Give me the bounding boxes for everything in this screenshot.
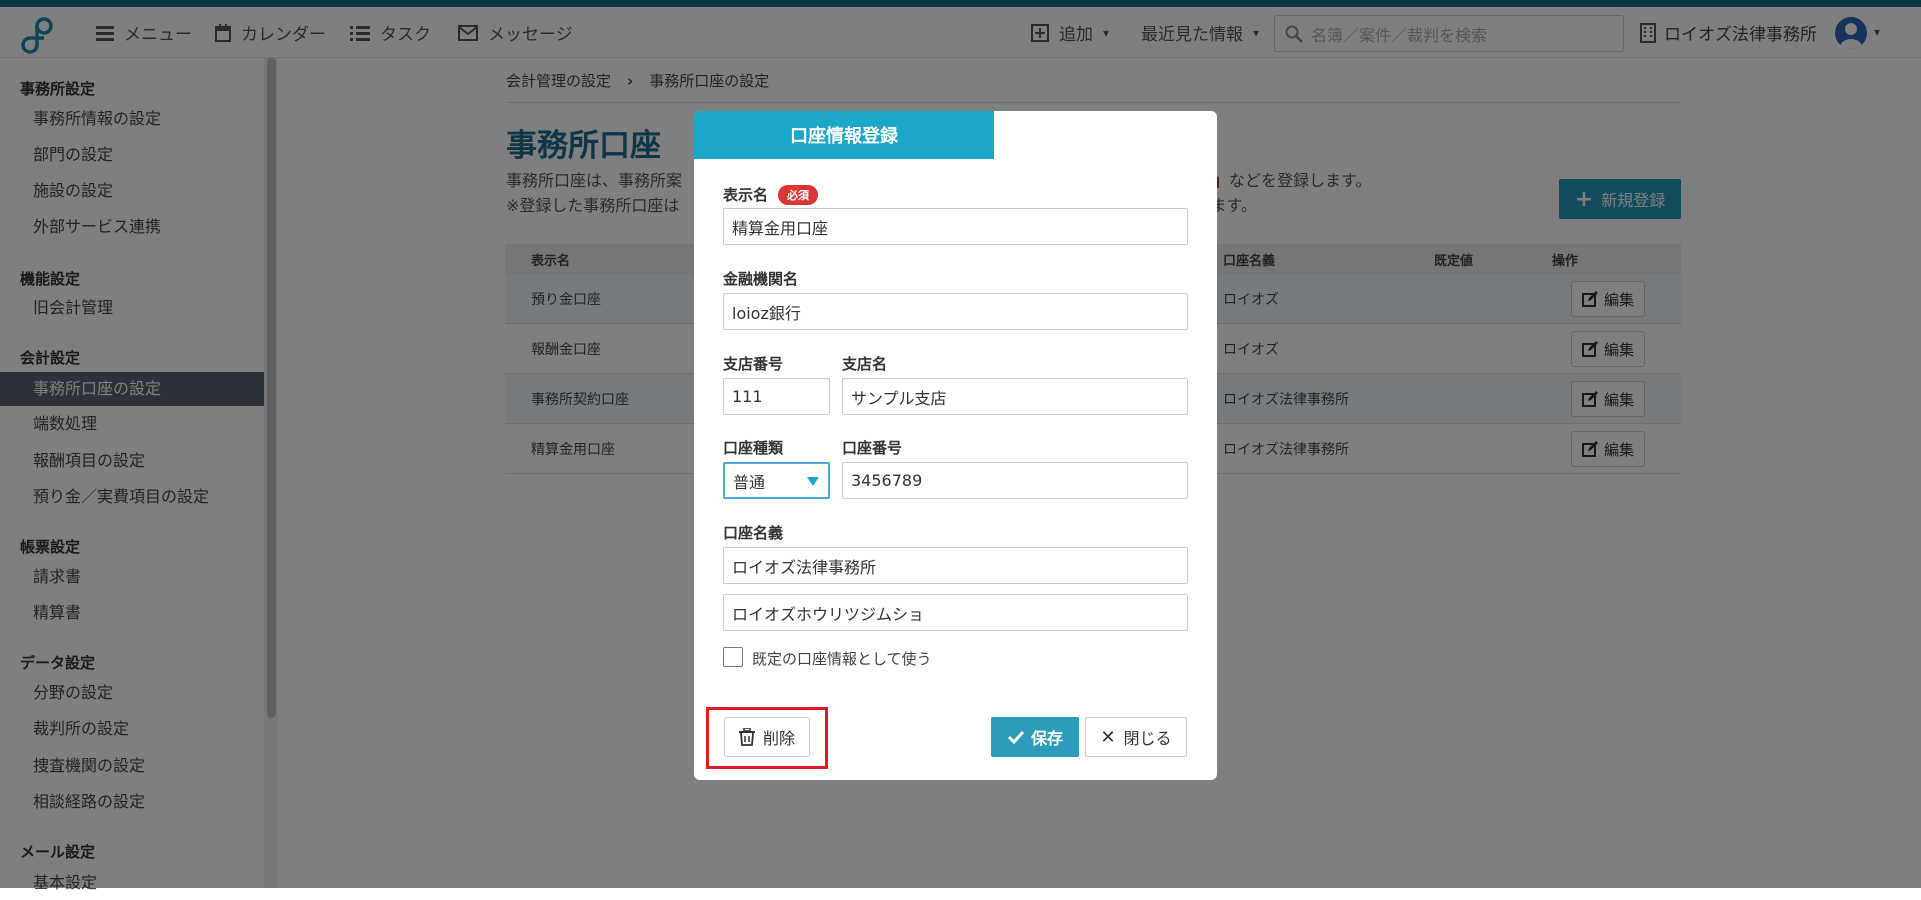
account-no-input[interactable]: 3456789 — [842, 462, 1188, 499]
branch-name-input[interactable]: サンプル支店 — [842, 378, 1188, 415]
bank-value: loioz銀行 — [732, 303, 801, 323]
branch-name-value: サンプル支店 — [851, 388, 947, 408]
save-label: 保存 — [1030, 729, 1063, 748]
close-button[interactable]: ✕ 閉じる — [1085, 717, 1187, 757]
account-type-value: 普通 — [733, 472, 766, 492]
modal-title: 口座情報登録 — [694, 111, 994, 159]
branch-name-label: 支店名 — [842, 355, 888, 373]
trash-icon — [738, 728, 755, 746]
account-no-label: 口座番号 — [842, 439, 903, 457]
branch-no-input[interactable]: 111 — [723, 378, 830, 415]
required-badge: 必須 — [778, 184, 819, 205]
display-name-label: 表示名 必須 — [723, 184, 819, 205]
display-name-label-text: 表示名 — [723, 186, 769, 204]
branch-no-label: 支店番号 — [723, 355, 784, 373]
holder-input[interactable]: ロイオズ法律事務所 — [723, 547, 1188, 584]
holder-kana-input[interactable]: ロイオズホウリツジムショ — [723, 594, 1188, 631]
default-account-label[interactable]: 既定の口座情報として使う — [752, 648, 932, 669]
account-type-label: 口座種類 — [723, 439, 784, 457]
holder-kana-value: ロイオズホウリツジムショ — [732, 604, 925, 624]
account-register-modal: 口座情報登録 表示名 必須 精算金用口座 金融機関名 loioz銀行 支店番号 … — [694, 111, 1217, 780]
display-name-input[interactable]: 精算金用口座 — [723, 208, 1188, 245]
check-icon — [1007, 730, 1025, 744]
close-label: 閉じる — [1123, 729, 1172, 748]
delete-button[interactable]: 削除 — [724, 717, 810, 757]
save-button[interactable]: 保存 — [991, 717, 1079, 757]
holder-value: ロイオズ法律事務所 — [732, 557, 877, 577]
account-no-value: 3456789 — [851, 471, 923, 490]
branch-no-value: 111 — [732, 387, 763, 406]
caret-down-icon — [807, 477, 819, 486]
holder-label: 口座名義 — [723, 524, 784, 542]
default-account-checkbox[interactable] — [723, 647, 743, 667]
close-icon: ✕ — [1100, 726, 1116, 748]
display-name-value: 精算金用口座 — [732, 218, 829, 238]
bank-input[interactable]: loioz銀行 — [723, 293, 1188, 330]
bank-label: 金融機関名 — [723, 270, 799, 288]
delete-label: 削除 — [762, 729, 795, 748]
account-type-select[interactable]: 普通 — [723, 462, 830, 499]
